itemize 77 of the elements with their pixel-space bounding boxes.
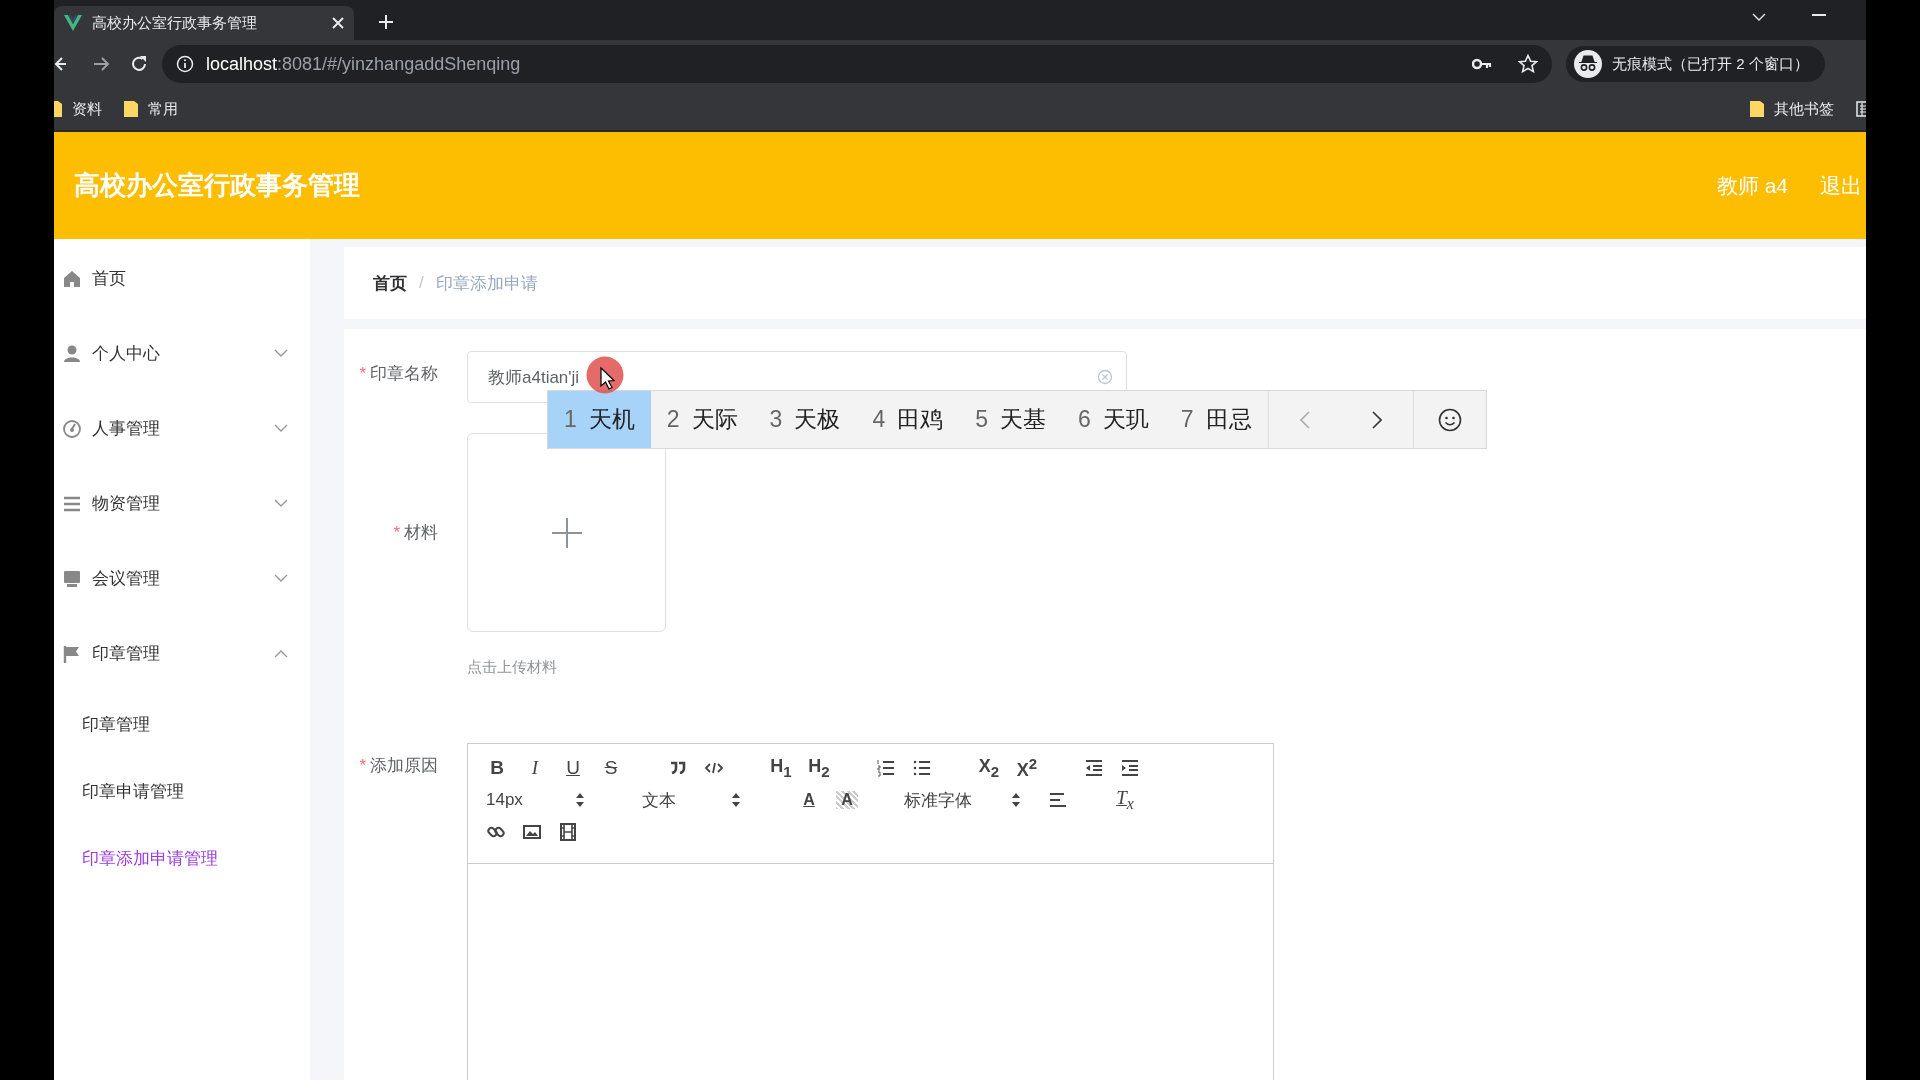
format-button[interactable]: U	[562, 757, 584, 779]
forward-icon[interactable]	[92, 55, 110, 73]
ime-candidate[interactable]: 1 天机	[548, 391, 651, 448]
address-bar[interactable]: localhost:8081/#/yinzhangaddShenqing	[162, 45, 1552, 83]
header-button[interactable]: H$_{2}$	[808, 756, 830, 780]
star-icon[interactable]	[1518, 54, 1538, 74]
text-style-picker[interactable]: 文本	[642, 788, 752, 812]
breadcrumb-item: 印章添加申请	[435, 272, 538, 295]
sidebar-item[interactable]: 首页	[54, 241, 310, 316]
incognito-icon	[1574, 50, 1602, 78]
text-color-button[interactable]: A	[798, 791, 820, 809]
url-text: localhost:8081/#/yinzhangaddShenqing	[206, 53, 522, 75]
numbered-list-icon[interactable]	[876, 758, 896, 778]
submenu-item[interactable]: 印章添加申请管理	[54, 825, 310, 892]
required-mark: *	[393, 523, 400, 542]
up-down-icon	[1012, 793, 1020, 807]
font-picker[interactable]: 标准字体	[904, 788, 1032, 812]
smiley-icon[interactable]	[1437, 407, 1462, 432]
submenu-item[interactable]: 印章申请管理	[54, 758, 310, 825]
upload-hint: 点击上传材料	[467, 658, 558, 677]
flag-icon	[62, 643, 82, 664]
required-mark: *	[359, 364, 366, 383]
folder-icon	[1750, 101, 1764, 117]
sidebar-item[interactable]: 物资管理	[54, 466, 310, 541]
bookmark[interactable]: 其他书签	[1750, 99, 1834, 119]
folder-icon	[124, 101, 138, 117]
up-down-icon	[576, 793, 584, 807]
script-button[interactable]: X$_{2}$	[978, 756, 1000, 780]
rich-text-editor[interactable]: B I U S H$_{1}$ H$_{2}$ X$_{2}$ X$^{2}$ 14px 文本 A A 标准字体 T$_{x}$	[467, 743, 1274, 1080]
film-icon[interactable]	[558, 822, 578, 842]
info-icon[interactable]	[176, 55, 194, 73]
image-icon[interactable]	[522, 822, 542, 842]
align-icon[interactable]	[1048, 790, 1068, 810]
home-icon	[62, 268, 82, 289]
triangle-logo-icon	[64, 15, 82, 31]
required-mark: *	[359, 756, 366, 775]
breadcrumb-separator: /	[419, 273, 424, 293]
browser-tab[interactable]: 高校办公室行政事务管理	[54, 6, 354, 40]
submenu-item[interactable]: 印章管理	[54, 691, 310, 758]
chevron-right-icon[interactable]	[1371, 410, 1382, 429]
field-label: * 印章名称	[358, 363, 439, 385]
field-label: * 添加原因	[358, 755, 439, 777]
indent-icon[interactable]	[1120, 758, 1140, 778]
format-button[interactable]: B	[486, 757, 508, 779]
reload-icon[interactable]	[130, 55, 148, 73]
field-label: * 材料	[392, 522, 439, 544]
back-icon[interactable]	[54, 55, 68, 73]
gauge-icon	[62, 418, 82, 439]
user-name: 教师 a4	[1716, 172, 1788, 199]
bookmark[interactable]: 常用	[124, 99, 178, 119]
plus-icon	[551, 517, 582, 548]
sidebar-item[interactable]: 人事管理	[54, 391, 310, 466]
font-size-picker[interactable]: 14px	[486, 790, 596, 810]
key-icon[interactable]	[1472, 58, 1492, 70]
sidebar-item[interactable]: 个人中心	[54, 316, 310, 391]
plus-icon[interactable]	[378, 14, 394, 30]
monitor-icon	[62, 568, 82, 589]
incognito-indicator[interactable]: 无痕模式（已打开 2 个窗口）	[1566, 46, 1825, 82]
header-button[interactable]: H$_{1}$	[770, 756, 792, 780]
chevron-icon[interactable]	[1752, 13, 1766, 22]
clear-format-button[interactable]: T$_{x}$	[1114, 787, 1136, 813]
tab-title: 高校办公室行政事务管理	[92, 13, 258, 33]
background-color-button[interactable]: A	[836, 791, 858, 809]
close-icon[interactable]	[332, 17, 344, 29]
breadcrumb-item[interactable]: 首页	[373, 271, 407, 295]
outdent-icon[interactable]	[1084, 758, 1104, 778]
script-button[interactable]: X$^{2}$	[1016, 755, 1038, 781]
format-button[interactable]: I	[524, 757, 546, 779]
sidebar-item[interactable]: 印章管理	[54, 616, 310, 691]
sidebar-item[interactable]: 会议管理	[54, 541, 310, 616]
user-icon	[62, 343, 82, 364]
bullet-list-icon[interactable]	[912, 758, 932, 778]
format-button[interactable]: S	[600, 757, 622, 779]
up-down-icon	[732, 793, 740, 807]
app-title: 高校办公室行政事务管理	[74, 169, 361, 202]
bookmark[interactable]: 资料	[54, 99, 102, 119]
ime-candidate[interactable]: 7 田忌	[1164, 391, 1268, 448]
